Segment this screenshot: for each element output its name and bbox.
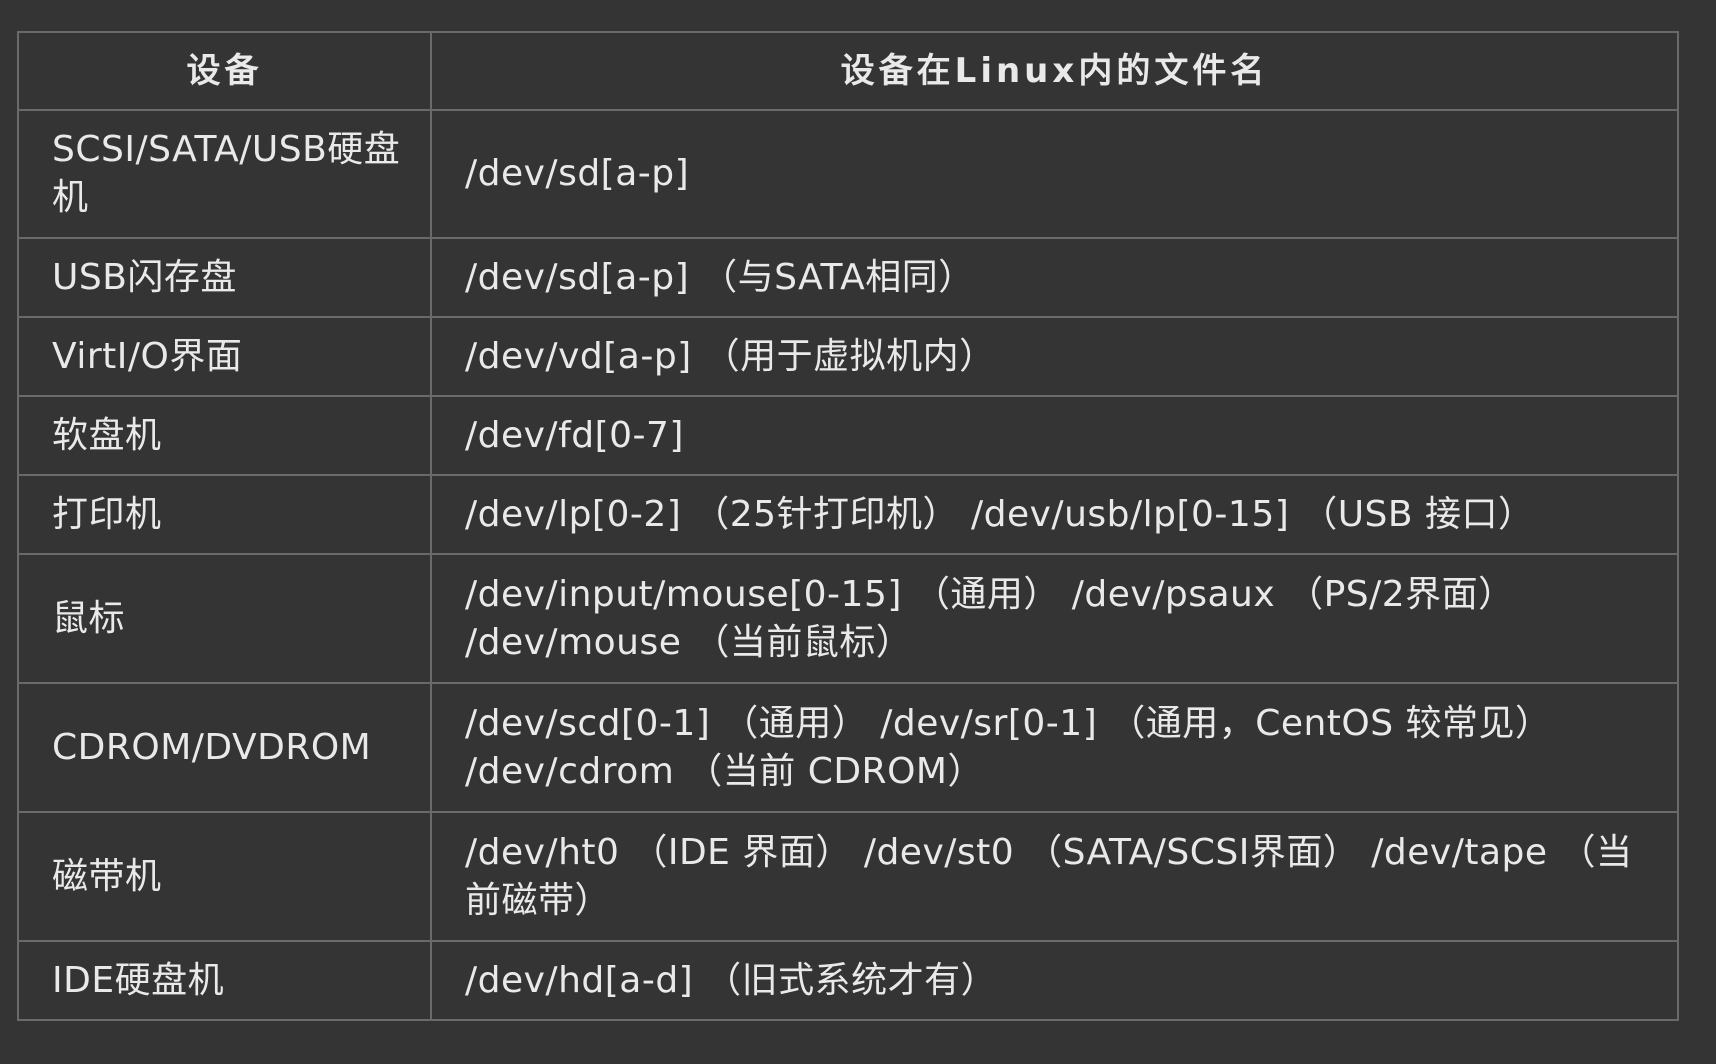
filename-cell: /dev/sd[a-p] （与SATA相同）: [430, 237, 1679, 318]
device-cell: SCSI/SATA/USB硬盘机: [17, 109, 432, 239]
header-filename: 设备在Linux内的文件名: [430, 31, 1679, 111]
filename-cell: /dev/sd[a-p]: [430, 109, 1679, 239]
device-cell: 磁带机: [17, 811, 432, 942]
device-cell: 鼠标: [17, 553, 432, 684]
device-cell: VirtI/O界面: [17, 316, 432, 397]
table-row: 打印机 /dev/lp[0-2] （25针打印机） /dev/usb/lp[0-…: [17, 474, 1679, 555]
device-cell: IDE硬盘机: [17, 940, 432, 1021]
table-row: USB闪存盘 /dev/sd[a-p] （与SATA相同）: [17, 237, 1679, 318]
table-row: VirtI/O界面 /dev/vd[a-p] （用于虚拟机内）: [17, 316, 1679, 397]
device-filename-table: 设备 设备在Linux内的文件名 SCSI/SATA/USB硬盘机 /dev/s…: [17, 31, 1679, 1021]
filename-cell: /dev/input/mouse[0-15] （通用） /dev/psaux （…: [430, 553, 1679, 684]
table-row: 鼠标 /dev/input/mouse[0-15] （通用） /dev/psau…: [17, 553, 1679, 684]
filename-cell: /dev/hd[a-d] （旧式系统才有）: [430, 940, 1679, 1021]
device-cell: 打印机: [17, 474, 432, 555]
table-row: CDROM/DVDROM /dev/scd[0-1] （通用） /dev/sr[…: [17, 682, 1679, 813]
table-row: 磁带机 /dev/ht0 （IDE 界面） /dev/st0 （SATA/SCS…: [17, 811, 1679, 942]
table-row: 软盘机 /dev/fd[0-7]: [17, 395, 1679, 476]
filename-cell: /dev/vd[a-p] （用于虚拟机内）: [430, 316, 1679, 397]
table-row: SCSI/SATA/USB硬盘机 /dev/sd[a-p]: [17, 109, 1679, 239]
device-cell: 软盘机: [17, 395, 432, 476]
table-header-row: 设备 设备在Linux内的文件名: [17, 31, 1679, 111]
filename-cell: /dev/fd[0-7]: [430, 395, 1679, 476]
device-cell: CDROM/DVDROM: [17, 682, 432, 813]
filename-cell: /dev/scd[0-1] （通用） /dev/sr[0-1] （通用，Cent…: [430, 682, 1679, 813]
filename-cell: /dev/lp[0-2] （25针打印机） /dev/usb/lp[0-15] …: [430, 474, 1679, 555]
device-cell: USB闪存盘: [17, 237, 432, 318]
table-row: IDE硬盘机 /dev/hd[a-d] （旧式系统才有）: [17, 940, 1679, 1021]
filename-cell: /dev/ht0 （IDE 界面） /dev/st0 （SATA/SCSI界面）…: [430, 811, 1679, 942]
page: 设备 设备在Linux内的文件名 SCSI/SATA/USB硬盘机 /dev/s…: [0, 0, 1716, 1064]
header-device: 设备: [17, 31, 432, 111]
